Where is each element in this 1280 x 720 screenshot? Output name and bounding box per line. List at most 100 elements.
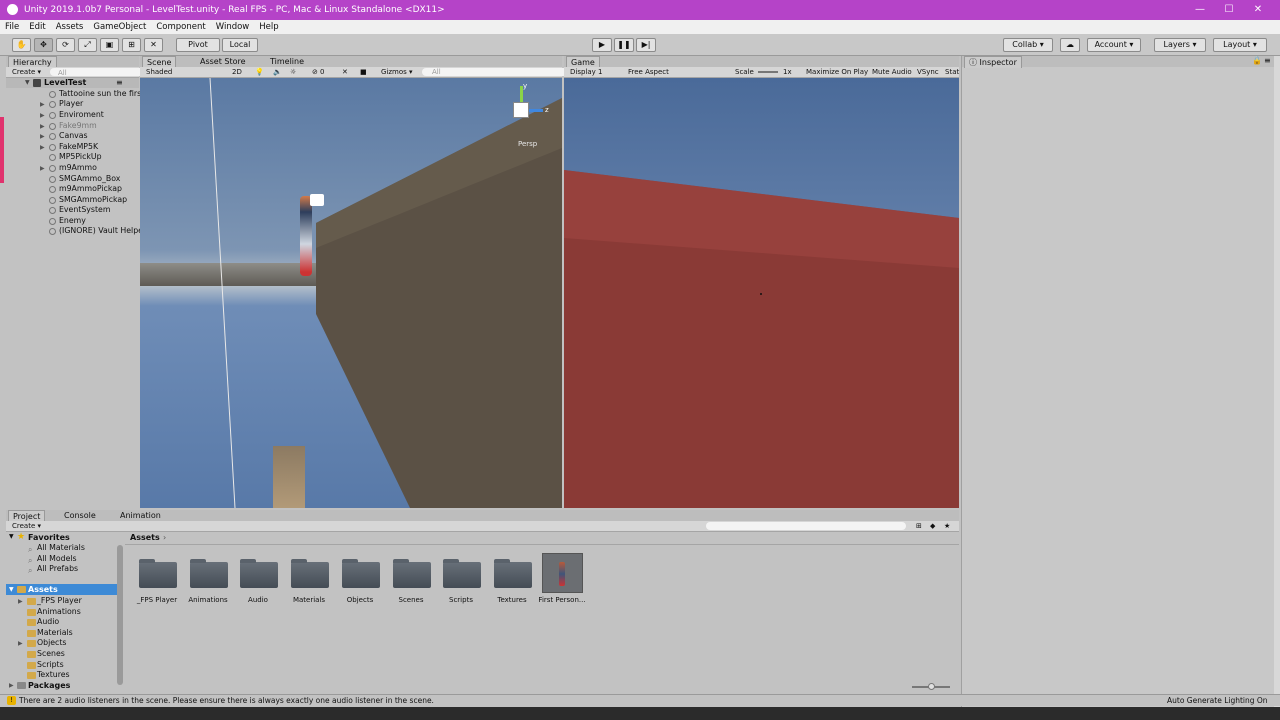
grid-item-label[interactable]: First Person... [534, 596, 590, 604]
menu-assets[interactable]: Assets [51, 22, 89, 32]
hidden-objects-icon[interactable]: ⊘ [312, 67, 318, 77]
pause-button[interactable]: ❚❚ [614, 38, 634, 52]
hierarchy-item[interactable]: SMGAmmo_Box [59, 174, 120, 183]
custom-tool-icon[interactable]: ✕ [144, 38, 163, 52]
hierarchy-item[interactable]: Player [59, 99, 83, 108]
game-viewport[interactable] [564, 78, 959, 508]
move-tool-icon[interactable]: ✥ [34, 38, 53, 52]
hierarchy-item[interactable]: Enviroment [59, 110, 104, 119]
scrollbar[interactable] [1274, 56, 1280, 708]
assets-item[interactable]: Materials [37, 628, 73, 637]
tools-icon[interactable]: ✕ [342, 67, 348, 77]
assets-header[interactable]: Assets [28, 585, 58, 594]
folder-icon[interactable] [494, 559, 532, 588]
assets-item[interactable]: Scenes [37, 649, 65, 658]
scrollbar[interactable] [117, 545, 123, 685]
lighting-toggle-icon[interactable]: 💡 [255, 67, 264, 77]
hierarchy-item[interactable]: MP5PickUp [59, 152, 102, 161]
grid-item-label[interactable]: Objects [332, 596, 388, 604]
scene-search-input[interactable]: All [422, 68, 568, 76]
favorites-item[interactable]: All Prefabs [37, 564, 78, 573]
expand-arrow-icon[interactable]: ▶ [40, 165, 45, 172]
2d-toggle[interactable]: 2D [232, 67, 242, 77]
hierarchy-item[interactable]: (IGNORE) Vault Helper [59, 226, 146, 235]
star-icon[interactable]: ★ [944, 521, 950, 531]
folder-icon[interactable] [190, 559, 228, 588]
assets-item[interactable]: Objects [37, 638, 66, 647]
maximize-button[interactable]: ☐ [1214, 0, 1244, 20]
packages-header[interactable]: Packages [28, 681, 70, 690]
slider-handle[interactable] [928, 683, 935, 690]
tab-animation[interactable]: Animation [116, 510, 165, 521]
rect-tool-icon[interactable]: ▣ [100, 38, 119, 52]
effects-toggle-icon[interactable]: ☼ [290, 67, 296, 77]
play-button[interactable]: ▶ [592, 38, 612, 52]
label-icon[interactable]: ◆ [930, 521, 935, 531]
audio-toggle-icon[interactable]: 🔈 [273, 67, 282, 77]
expand-arrow-icon[interactable]: ▶ [40, 133, 45, 140]
favorites-item[interactable]: All Models [37, 554, 77, 563]
hierarchy-item[interactable]: FakeMP5K [59, 142, 98, 151]
grid-item-label[interactable]: Animations [180, 596, 236, 604]
assets-item[interactable]: Audio [37, 617, 59, 626]
mute-audio-toggle[interactable]: Mute Audio [872, 67, 912, 77]
expand-arrow-icon[interactable]: ▼ [9, 533, 14, 540]
hierarchy-item[interactable]: Enemy [59, 216, 86, 225]
filter-icon[interactable]: ⊞ [916, 521, 922, 531]
expand-arrow-icon[interactable]: ▶ [18, 640, 23, 647]
tab-timeline[interactable]: Timeline [266, 56, 308, 67]
expand-arrow-icon[interactable]: ▶ [40, 123, 45, 130]
assets-item[interactable]: _FPS Player [37, 596, 82, 605]
aspect-dropdown[interactable]: Free Aspect [628, 67, 669, 77]
collab-dropdown[interactable]: Collab ▾ [1003, 38, 1053, 52]
folder-icon[interactable] [240, 559, 278, 588]
favorites-item[interactable]: All Materials [37, 543, 85, 552]
scale-slider[interactable] [758, 71, 778, 73]
hierarchy-item[interactable]: m9AmmoPickap [59, 184, 122, 193]
folder-icon[interactable] [393, 559, 431, 588]
close-button[interactable]: ✕ [1243, 0, 1273, 20]
account-dropdown[interactable]: Account ▾ [1087, 38, 1141, 52]
transform-tool-icon[interactable]: ⊞ [122, 38, 141, 52]
status-message[interactable]: There are 2 audio listeners in the scene… [19, 696, 434, 705]
hierarchy-create-button[interactable]: Create ▾ [12, 67, 41, 77]
menu-help[interactable]: Help [254, 22, 283, 32]
assets-item[interactable]: Scripts [37, 660, 64, 669]
folder-icon[interactable] [342, 559, 380, 588]
step-button[interactable]: ▶| [636, 38, 656, 52]
tab-console[interactable]: Console [60, 510, 100, 521]
tab-asset-store[interactable]: Asset Store [196, 56, 250, 67]
menu-file[interactable]: File [0, 22, 24, 32]
cloud-icon[interactable]: ☁ [1060, 38, 1080, 52]
menu-component[interactable]: Component [151, 22, 210, 32]
menu-edit[interactable]: Edit [24, 22, 50, 32]
maximize-on-play-toggle[interactable]: Maximize On Play [806, 67, 868, 77]
layout-dropdown[interactable]: Layout ▾ [1213, 38, 1267, 52]
hierarchy-item[interactable]: Canvas [59, 131, 88, 140]
assets-item[interactable]: Textures [37, 670, 70, 679]
layers-dropdown[interactable]: Layers ▾ [1154, 38, 1206, 52]
tab-inspector[interactable]: ⓘ Inspector [964, 56, 1022, 68]
expand-arrow-icon[interactable]: ▶ [9, 682, 14, 689]
scale-tool-icon[interactable]: ⤢ [78, 38, 97, 52]
menu-window[interactable]: Window [211, 22, 255, 32]
vsync-toggle[interactable]: VSync [917, 67, 939, 77]
rotate-tool-icon[interactable]: ⟳ [56, 38, 75, 52]
stats-toggle[interactable]: Stat [945, 67, 959, 77]
hierarchy-item[interactable]: Tattooine sun the first [59, 89, 144, 98]
hierarchy-item[interactable]: Fake9mm [59, 121, 97, 130]
assets-item[interactable]: Animations [37, 607, 81, 616]
shading-mode-dropdown[interactable]: Shaded [146, 67, 172, 77]
grid-item-label[interactable]: Scenes [383, 596, 439, 604]
display-dropdown[interactable]: Display 1 [570, 67, 602, 77]
project-search-input[interactable] [706, 522, 906, 530]
hierarchy-search-input[interactable]: All [50, 68, 144, 77]
scene-viewport[interactable]: y z Persp [140, 78, 562, 508]
project-create-button[interactable]: Create ▾ [12, 521, 41, 531]
folder-icon[interactable] [139, 559, 177, 588]
expand-arrow-icon[interactable]: ▶ [40, 112, 45, 119]
hierarchy-item[interactable]: SMGAmmoPickap [59, 195, 127, 204]
expand-arrow-icon[interactable]: ▼ [25, 79, 30, 86]
scene-menu-icon[interactable]: ≡ [116, 78, 123, 87]
panel-menu-icon[interactable]: ≡ [1264, 56, 1271, 65]
